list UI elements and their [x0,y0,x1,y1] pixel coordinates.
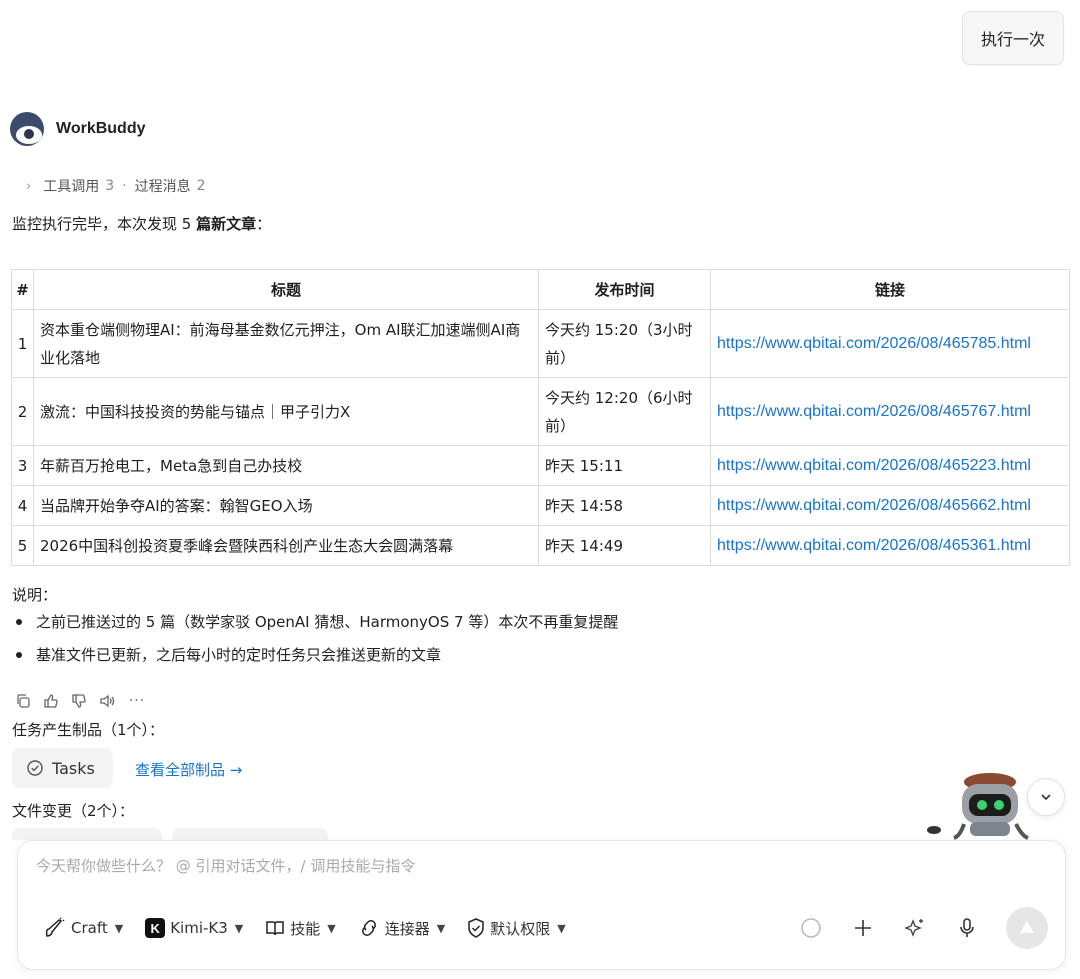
chevron-down-icon: ▼ [557,921,566,935]
row-num: 2 [11,377,34,446]
composer-toolbar: Craft ▼ K Kimi-K3 ▼ 技能 ▼ 连接器 ▼ 默认权限 ▼ [44,917,566,939]
add-icon[interactable] [850,915,876,941]
row-num: 3 [11,445,34,486]
col-header-title: 标题 [33,269,539,310]
table-row: 2 激流：中国科技投资的势能与锚点｜甲子引力X 今天约 12:20（6小时前） … [11,377,1070,446]
sparkle-icon[interactable] [902,915,928,941]
mode-label: Craft [71,919,108,937]
row-link[interactable]: https://www.qbitai.com/2026/08/465361.ht… [710,525,1070,566]
craft-brush-icon [45,917,65,937]
row-title: 2026中国科创投资夏季峰会暨陕西科创产业生态大会圆满落幕 [33,525,539,566]
chevron-down-icon: ▼ [114,921,124,935]
speaker-icon[interactable] [98,692,116,710]
file-chip[interactable] [172,828,328,840]
col-header-num: # [11,269,34,310]
tool-calls-label: 工具调用 [43,179,100,195]
files-changed-title: 文件变更（2个）： [12,802,135,820]
kimi-logo-icon: K [145,918,166,938]
scroll-to-bottom-button[interactable] [1027,778,1065,816]
articles-table: # 标题 发布时间 链接 1 资本重仓端侧物理AI：前海母基金数亿元押注，Om … [11,269,1070,566]
row-title: 年薪百万抢电工，Meta急到自己办技校 [33,445,539,486]
row-time: 昨天 15:11 [538,445,711,486]
assistant-name: WorkBuddy [56,120,146,137]
run-once-button[interactable]: 执行一次 [962,11,1064,65]
notes-list: 之前已推送过的 5 篇（数学家驳 OpenAI 猜想、HarmonyOS 7 等… [12,609,618,675]
link-icon [361,920,376,936]
col-header-time: 发布时间 [538,269,711,310]
message-input[interactable] [36,857,736,875]
book-icon [266,921,284,936]
send-button[interactable] [1006,907,1048,949]
assistant-header: WorkBuddy [10,112,145,146]
row-link[interactable]: https://www.qbitai.com/2026/08/465785.ht… [710,309,1070,378]
composer: Craft ▼ K Kimi-K3 ▼ 技能 ▼ 连接器 ▼ 默认权限 ▼ [17,840,1066,970]
arrow-up-icon [1020,921,1034,933]
assistant-avatar [10,112,44,146]
list-item: 基准文件已更新，之后每小时的定时任务只会推送更新的文章 [12,642,618,675]
tool-calls-count: 3 [105,178,115,194]
shield-check-icon [468,918,484,938]
row-link[interactable]: https://www.qbitai.com/2026/08/465662.ht… [710,485,1070,526]
microphone-icon[interactable] [954,915,980,941]
permissions-selector[interactable]: 默认权限 ▼ [467,918,566,939]
row-title: 资本重仓端侧物理AI：前海母基金数亿元押注，Om AI联汇加速端侧AI商业化落地 [33,309,539,378]
row-time: 昨天 14:49 [538,525,711,566]
chevron-down-icon: ▼ [327,921,336,935]
row-time: 今天约 12:20（6小时前） [538,377,711,446]
table-row: 1 资本重仓端侧物理AI：前海母基金数亿元押注，Om AI联汇加速端侧AI商业化… [11,309,1070,378]
composer-right-tools [798,907,1048,949]
file-chip[interactable] [12,828,162,840]
tasks-artifact-chip[interactable]: Tasks [12,748,113,788]
permissions-label: 默认权限 [490,919,551,938]
chevron-down-icon: ▼ [234,921,244,935]
row-link[interactable]: https://www.qbitai.com/2026/08/465767.ht… [710,377,1070,446]
context-usage-icon[interactable] [798,915,824,941]
row-time: 昨天 14:58 [538,485,711,526]
summary-suffix: ： [256,215,272,233]
copy-icon[interactable] [14,692,32,710]
connectors-label: 连接器 [384,919,430,938]
process-summary-toggle[interactable]: › 工具调用 3 · 过程消息 2 [26,176,206,196]
table-row: 3 年薪百万抢电工，Meta急到自己办技校 昨天 15:11 https://w… [11,445,1070,486]
summary-bold: 篇新文章 [196,215,257,233]
process-messages-count: 2 [196,178,206,194]
chevron-right-icon: › [26,178,32,194]
chevron-down-icon: ▼ [436,921,446,935]
tasks-chip-label: Tasks [52,758,95,778]
check-circle-icon [27,760,43,776]
thumbs-down-icon[interactable] [70,692,88,710]
process-messages-label: 过程消息 [134,179,191,195]
chevron-down-icon [1041,794,1051,801]
connectors-selector[interactable]: 连接器 ▼ [358,918,445,939]
model-label: Kimi-K3 [170,919,228,937]
mode-selector[interactable]: Craft ▼ [44,917,123,939]
list-item: 之前已推送过的 5 篇（数学家驳 OpenAI 猜想、HarmonyOS 7 等… [12,609,618,642]
robot-mascot-icon [924,770,1034,840]
separator-dot: · [122,178,127,194]
row-num: 1 [11,309,34,378]
table-header-row: # 标题 发布时间 链接 [11,269,1070,310]
message-actions: ··· [14,692,148,710]
row-title: 激流：中国科技投资的势能与锚点｜甲子引力X [33,377,539,446]
table-row: 4 当品牌开始争夺AI的答案：翰智GEO入场 昨天 14:58 https://… [11,485,1070,526]
summary-prefix: 监控执行完毕，本次发现 5 [12,215,197,233]
skills-label: 技能 [290,919,321,938]
model-selector[interactable]: K Kimi-K3 ▼ [145,918,243,938]
view-all-artifacts-link[interactable]: 查看全部制品 → [135,759,242,780]
more-icon[interactable]: ··· [126,692,148,710]
col-header-link: 链接 [710,269,1070,310]
row-title: 当品牌开始争夺AI的答案：翰智GEO入场 [33,485,539,526]
result-summary: 监控执行完毕，本次发现 5 篇新文章： [12,213,271,234]
row-num: 4 [11,485,34,526]
row-num: 5 [11,525,34,566]
artifacts-title: 任务产生制品（1个）： [12,721,165,739]
row-time: 今天约 15:20（3小时前） [538,309,711,378]
skills-selector[interactable]: 技能 ▼ [265,918,336,939]
notes-title: 说明： [12,586,58,604]
thumbs-up-icon[interactable] [42,692,60,710]
row-link[interactable]: https://www.qbitai.com/2026/08/465223.ht… [710,445,1070,486]
table-row: 5 2026中国科创投资夏季峰会暨陕西科创产业生态大会圆满落幕 昨天 14:49… [11,525,1070,566]
